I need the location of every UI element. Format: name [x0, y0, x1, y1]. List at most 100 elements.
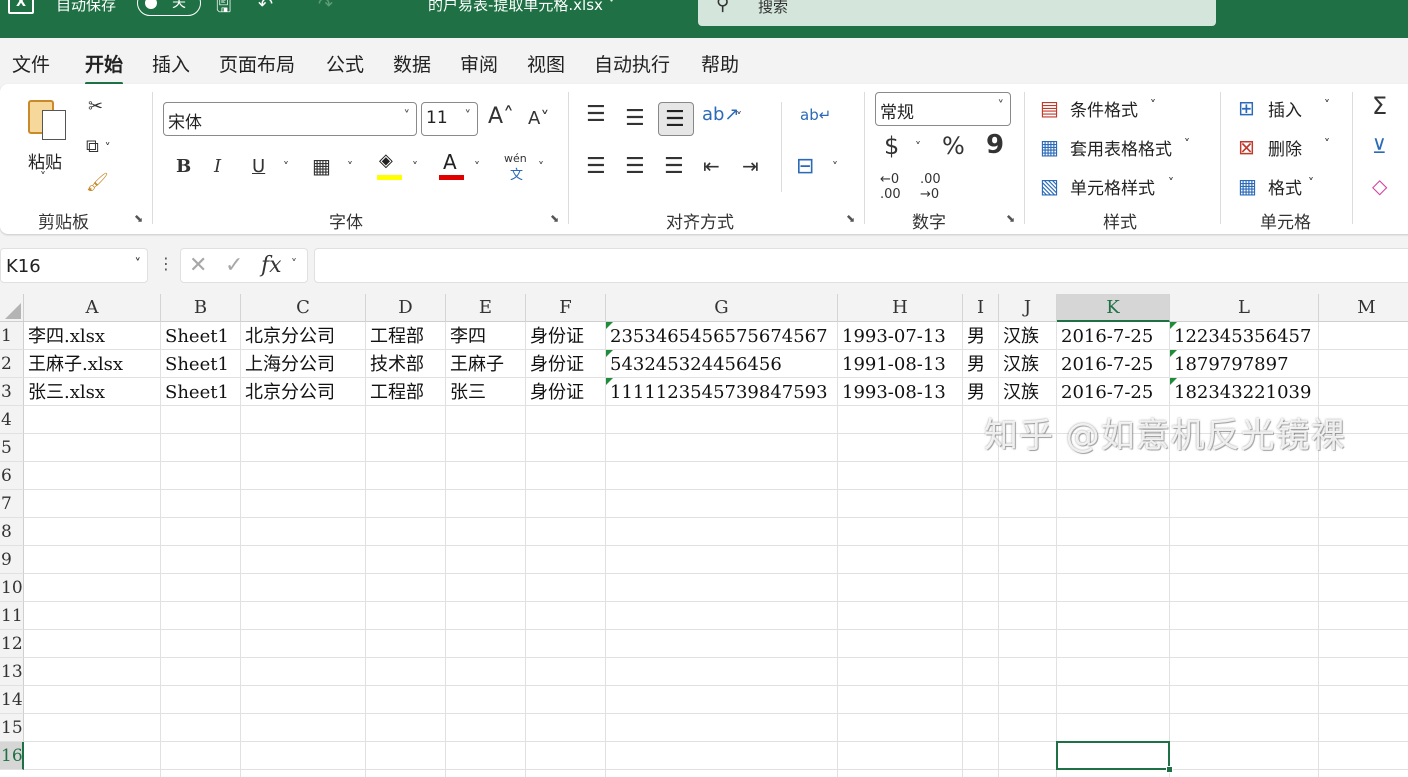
orientation-icon[interactable]: ab↗ — [702, 104, 740, 125]
column-header-d[interactable]: D — [366, 294, 446, 322]
cell-e3[interactable]: 张三 — [446, 378, 526, 406]
row-header-1[interactable]: 1 — [0, 322, 24, 350]
cell-d2[interactable]: 技术部 — [366, 350, 446, 378]
row-header-10[interactable]: 10 — [0, 574, 24, 602]
enter-icon[interactable]: ✓ — [225, 253, 243, 278]
paste-dropdown-icon[interactable]: ˅ — [40, 170, 46, 184]
cell-i1[interactable]: 男 — [963, 322, 999, 350]
cell-h1[interactable]: 1993-07-13 — [838, 322, 963, 350]
column-header-j[interactable]: J — [999, 294, 1057, 322]
copy-icon[interactable]: ⧉ ˅ — [86, 136, 111, 157]
cell-b3[interactable]: Sheet1 — [161, 378, 241, 406]
tab-formulas[interactable]: 公式 — [326, 50, 364, 77]
currency-dropdown-icon[interactable]: ˅ — [915, 140, 921, 154]
insert-function-button[interactable]: fx — [261, 253, 282, 278]
cell-j3[interactable]: 汉族 — [999, 378, 1057, 406]
cell-e1[interactable]: 李四 — [446, 322, 526, 350]
align-top-icon[interactable]: ☰ — [586, 102, 606, 127]
tab-automate[interactable]: 自动执行 — [594, 50, 670, 77]
document-title[interactable]: 的户易表-提取单元格.xlsx ˅ — [428, 0, 615, 15]
row-header-11[interactable]: 11 — [0, 602, 24, 630]
cell-a2[interactable]: 王麻子.xlsx — [24, 350, 161, 378]
cell-l3[interactable]: 182343221039 — [1170, 378, 1319, 406]
tab-review[interactable]: 审阅 — [460, 50, 498, 77]
active-cell[interactable] — [1056, 741, 1173, 773]
tab-page-layout[interactable]: 页面布局 — [219, 50, 295, 77]
undo-icon[interactable]: ↶˅ — [258, 0, 282, 15]
column-header-b[interactable]: B — [161, 294, 241, 322]
cell-a3[interactable]: 张三.xlsx — [24, 378, 161, 406]
redo-icon[interactable]: ↷˅ — [318, 0, 342, 15]
phonetic-guide-icon[interactable]: wén 文 — [504, 152, 532, 183]
cell-g1[interactable]: 2353465456575674567 — [606, 322, 838, 350]
save-icon[interactable]: 🖫 — [216, 0, 231, 24]
row-header-16[interactable]: 16 — [0, 742, 24, 770]
search-box[interactable]: ⚲ 搜索 — [698, 0, 1216, 26]
column-header-f[interactable]: F — [526, 294, 606, 322]
cell-c3[interactable]: 北京分公司 — [241, 378, 366, 406]
wrap-text-icon[interactable]: ab↵ — [800, 106, 831, 124]
cell-a1[interactable]: 李四.xlsx — [24, 322, 161, 350]
tab-data[interactable]: 数据 — [393, 50, 431, 77]
increase-decimal-icon[interactable]: ←0.00 — [880, 172, 901, 202]
percent-button[interactable]: % — [942, 132, 965, 160]
cell-d1[interactable]: 工程部 — [366, 322, 446, 350]
align-right-icon[interactable]: ☰ — [664, 154, 684, 179]
row-header-8[interactable]: 8 — [0, 518, 24, 546]
cell-i3[interactable]: 男 — [963, 378, 999, 406]
customize-quick-access-icon[interactable]: ˅ — [378, 0, 385, 12]
autosave-toggle[interactable]: 关 — [137, 0, 201, 16]
tab-file[interactable]: 文件 — [12, 50, 50, 77]
row-header-3[interactable]: 3 — [0, 378, 24, 406]
italic-button[interactable]: I — [214, 156, 221, 177]
row-header-9[interactable]: 9 — [0, 546, 24, 574]
decrease-font-size-icon[interactable]: A˅ — [528, 108, 549, 129]
cell-c2[interactable]: 上海分公司 — [241, 350, 366, 378]
cell-j1[interactable]: 汉族 — [999, 322, 1057, 350]
cell-h2[interactable]: 1991-08-13 — [838, 350, 963, 378]
format-painter-icon[interactable]: 🖌 — [86, 172, 109, 193]
cell-l1[interactable]: 122345356457 — [1170, 322, 1319, 350]
row-header-7[interactable]: 7 — [0, 490, 24, 518]
row-header-13[interactable]: 13 — [0, 658, 24, 686]
name-box[interactable]: K16 ˅ — [0, 248, 148, 283]
align-left-icon[interactable]: ☰ — [586, 154, 606, 179]
cut-icon[interactable]: ✂ — [88, 96, 103, 117]
cell-i2[interactable]: 男 — [963, 350, 999, 378]
row-header-2[interactable]: 2 — [0, 350, 24, 378]
row-header-6[interactable]: 6 — [0, 462, 24, 490]
cell-k2[interactable]: 2016-7-25 — [1057, 350, 1170, 378]
column-header-g[interactable]: G — [606, 294, 838, 322]
row-header-12[interactable]: 12 — [0, 630, 24, 658]
cell-h3[interactable]: 1993-08-13 — [838, 378, 963, 406]
number-format-select[interactable]: 常规 ˅ — [875, 92, 1011, 126]
cell-k3[interactable]: 2016-7-25 — [1057, 378, 1170, 406]
increase-font-size-icon[interactable]: A˄ — [488, 104, 514, 129]
fill-icon[interactable]: ⊻ — [1372, 134, 1387, 158]
tab-help[interactable]: 帮助 — [701, 50, 739, 77]
borders-dropdown-icon[interactable]: ˅ — [347, 160, 353, 174]
align-middle-icon[interactable]: ☰ — [625, 106, 645, 131]
orientation-dropdown-icon[interactable]: ˅ — [736, 110, 742, 124]
cell-d3[interactable]: 工程部 — [366, 378, 446, 406]
cell-k1[interactable]: 2016-7-25 — [1057, 322, 1170, 350]
cell-j2[interactable]: 汉族 — [999, 350, 1057, 378]
autosum-icon[interactable]: Σ — [1372, 92, 1387, 120]
phonetic-dropdown-icon[interactable]: ˅ — [538, 160, 544, 174]
column-header-i[interactable]: I — [963, 294, 999, 322]
alignment-launcher-icon[interactable]: ⬊ — [846, 212, 855, 225]
underline-dropdown-icon[interactable]: ˅ — [283, 160, 289, 174]
cell-f2[interactable]: 身份证 — [526, 350, 606, 378]
row-header-15[interactable]: 15 — [0, 714, 24, 742]
column-header-m[interactable]: M — [1319, 294, 1408, 322]
column-header-h[interactable]: H — [838, 294, 963, 322]
cell-b2[interactable]: Sheet1 — [161, 350, 241, 378]
cancel-icon[interactable]: ✕ — [189, 253, 207, 278]
row-header-14[interactable]: 14 — [0, 686, 24, 714]
borders-icon[interactable]: ▦ — [312, 154, 331, 178]
align-center-icon[interactable]: ☰ — [625, 154, 645, 179]
cell-f3[interactable]: 身份证 — [526, 378, 606, 406]
cell-f1[interactable]: 身份证 — [526, 322, 606, 350]
select-all-button[interactable] — [0, 294, 24, 322]
row-header-5[interactable]: 5 — [0, 434, 24, 462]
